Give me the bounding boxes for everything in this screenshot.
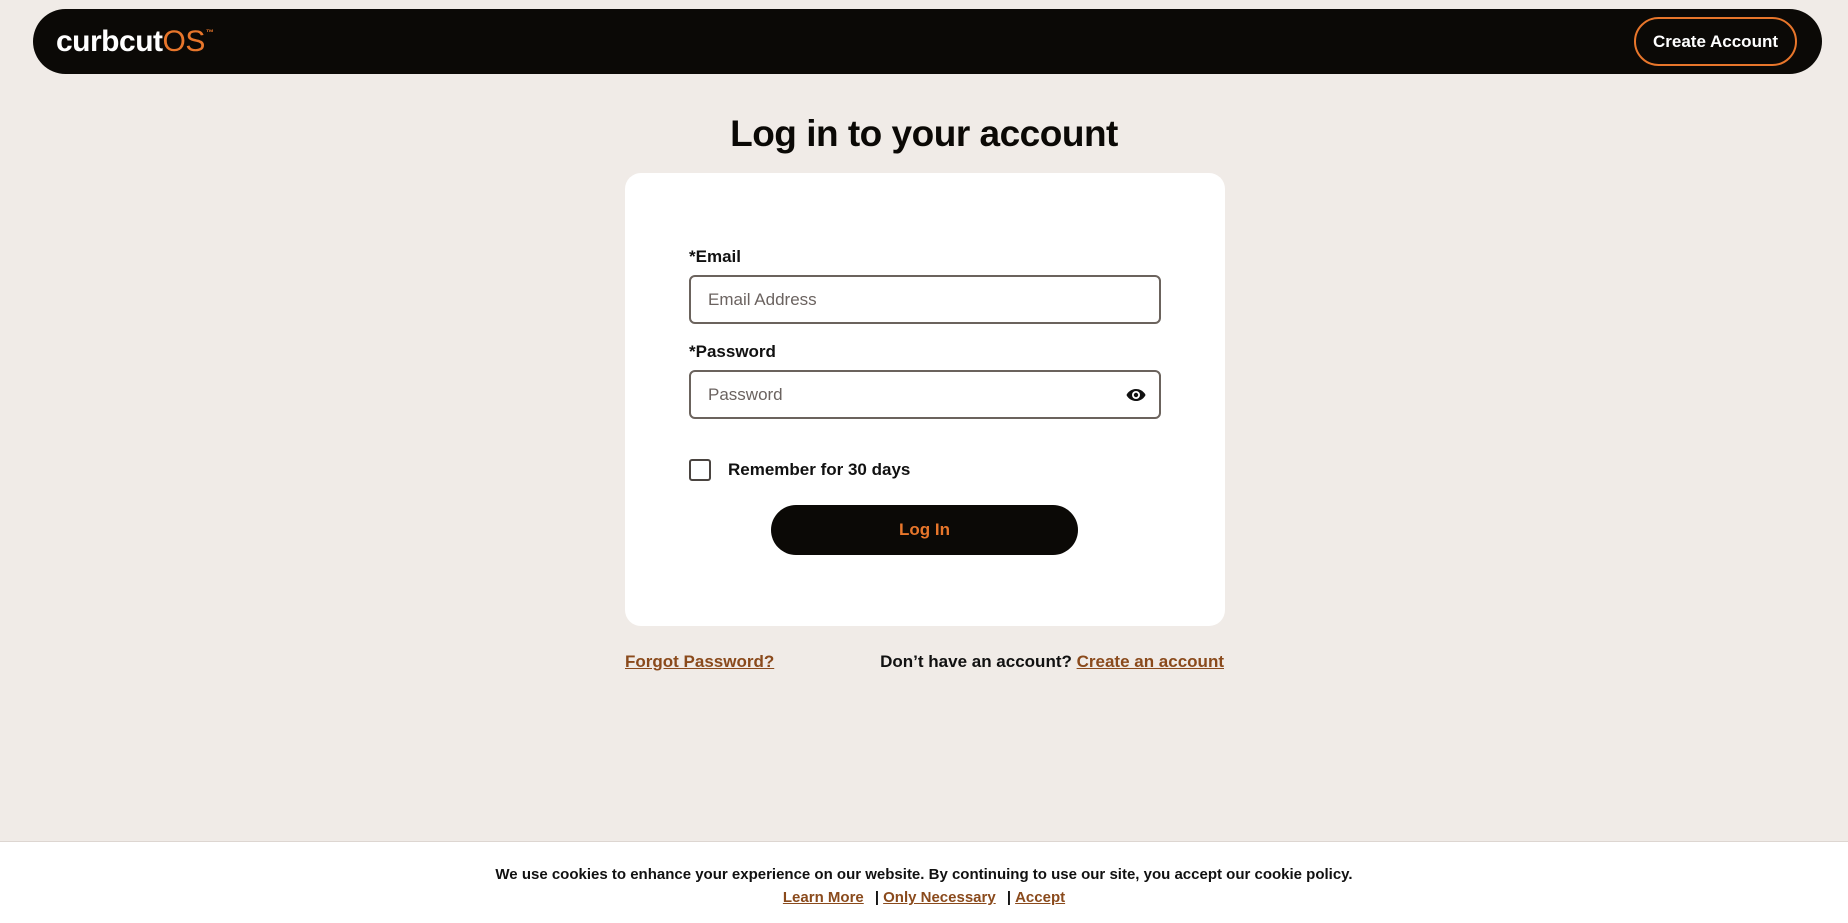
- remember-label[interactable]: Remember for 30 days: [728, 460, 910, 480]
- remember-checkbox[interactable]: [689, 459, 711, 481]
- logo-secondary-text: OS: [162, 24, 206, 58]
- only-necessary-link[interactable]: Only Necessary: [883, 889, 996, 906]
- create-account-button[interactable]: Create Account: [1633, 17, 1797, 66]
- email-input[interactable]: [691, 277, 1159, 322]
- password-label: *Password: [689, 342, 776, 361]
- eye-icon[interactable]: [1126, 387, 1146, 403]
- cookie-actions: Learn More | Only Necessary | Accept: [0, 889, 1848, 906]
- cookie-banner: We use cookies to enhance your experienc…: [0, 841, 1848, 923]
- signup-prompt: Don’t have an account? Create an account: [880, 652, 1224, 672]
- curbcut-logo[interactable]: curbcut OS ™: [56, 24, 214, 58]
- no-account-text: Don’t have an account?: [880, 652, 1072, 671]
- login-button[interactable]: Log In: [771, 505, 1078, 555]
- email-field-wrapper: [689, 275, 1161, 324]
- logo-primary-text: curbcut: [56, 24, 163, 58]
- cookie-message: We use cookies to enhance your experienc…: [495, 866, 1353, 883]
- separator: |: [1006, 889, 1012, 906]
- learn-more-link[interactable]: Learn More: [783, 889, 864, 906]
- top-navbar: curbcut OS ™ Create Account: [33, 9, 1822, 74]
- create-an-account-link[interactable]: Create an account: [1077, 652, 1224, 671]
- email-label: *Email: [689, 247, 741, 266]
- remember-me-row: Remember for 30 days: [689, 459, 910, 481]
- password-input[interactable]: [691, 372, 1159, 417]
- password-field-wrapper: [689, 370, 1161, 419]
- page-title: Log in to your account: [730, 113, 1118, 154]
- login-card: *Email *Password Remember for 30 days Lo…: [625, 173, 1225, 626]
- accept-link[interactable]: Accept: [1015, 889, 1065, 906]
- separator: |: [874, 889, 880, 906]
- forgot-password-link[interactable]: Forgot Password?: [625, 652, 774, 672]
- logo-trademark: ™: [205, 27, 214, 37]
